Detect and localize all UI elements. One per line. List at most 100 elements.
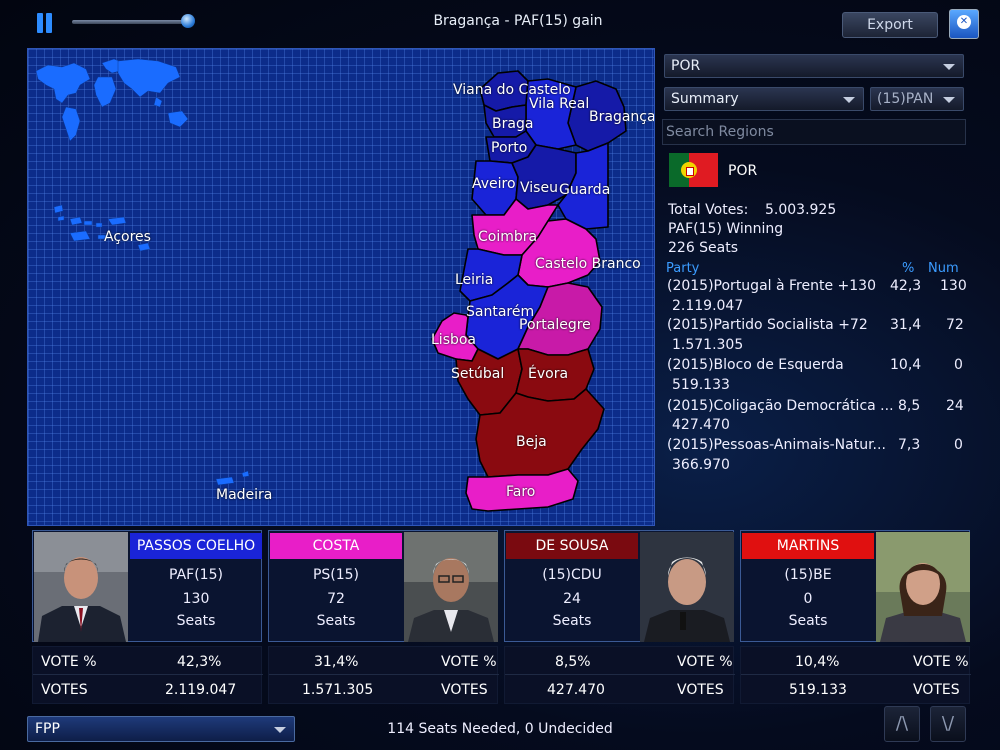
party-votes: 2.119.047 [672,298,744,314]
candidate-name: MARTINS [742,533,874,559]
region-label-portalegre[interactable]: Portalegre [519,317,591,333]
party-num: 0 [954,357,963,373]
party-num: 72 [946,317,964,333]
pause-icon[interactable] [36,13,54,33]
candidate-card-passos-coelho[interactable]: PASSOS COELHO PAF(15) 130 Seats VOTE % 4… [32,530,263,704]
madeira-islands [215,470,250,486]
candidate-party: PS(15) [312,567,360,583]
region-label-vilareal[interactable]: Vila Real [529,96,589,112]
country-select-value: POR [671,58,701,74]
results-map[interactable]: Viana do Castelo Vila Real Braga Braganç… [27,48,655,526]
party-name[interactable]: (2015)Partido Socialista +72 [667,317,868,333]
candidate-photo [640,532,734,642]
party-num: 130 [940,278,967,294]
party-num: 24 [946,398,964,414]
candidate-photo [34,532,128,642]
candidate-name: DE SOUSA [506,533,638,559]
candidate-party: (15)CDU [542,567,602,583]
vote-pct-label: VOTE % [677,654,733,670]
scroll-up-button[interactable]: /\ [884,706,920,742]
candidate-party: PAF(15) [169,567,223,583]
party-pct: 10,4 [890,357,922,373]
party-select[interactable]: (15)PAN [870,87,964,111]
candidate-card-martins[interactable]: MARTINS (15)BE 0 Seats 10,4% VOTE % 519.… [740,530,971,704]
votes-value: 519.133 [789,682,847,698]
party-name[interactable]: (2015)Pessoas-Animais-Natur... [667,437,886,453]
electoral-system-select[interactable]: FPP [27,716,295,742]
candidate-seats: 72 [327,591,345,607]
seats-status: 114 Seats Needed, 0 Undecided [387,721,613,737]
region-label-braga[interactable]: Braga [492,116,533,132]
region-label-leiria[interactable]: Leiria [455,272,493,288]
candidate-stats: 8,5% VOTE % 427.470 VOTES [504,646,735,704]
region-label-porto[interactable]: Porto [491,140,527,156]
flag-label: POR [728,163,758,179]
candidate-card-top: PASSOS COELHO PAF(15) 130 Seats [32,530,262,642]
total-votes-label: Total Votes: [668,202,749,218]
candidate-card-top: DE SOUSA (15)CDU 24 Seats [504,530,734,642]
party-pct: 7,3 [898,437,921,453]
candidate-seats-label: Seats [176,613,216,629]
map-svg [35,58,627,512]
country-select[interactable]: POR [664,54,964,78]
timeline-slider[interactable] [72,20,190,24]
candidate-stats: 31,4% VOTE % 1.571.305 VOTES [268,646,499,704]
party-name[interactable]: (2015)Portugal à Frente +130 [667,278,876,294]
region-label-castelobranco[interactable]: Castelo Branco [535,256,641,272]
party-pct: 42,3 [890,278,922,294]
export-button[interactable]: Export [842,12,938,38]
candidate-card-top: COSTA PS(15) 72 Seats [268,530,498,642]
party-votes: 366.970 [672,457,730,473]
region-label-guarda[interactable]: Guarda [559,182,610,198]
vote-pct-value: 10,4% [795,654,840,670]
candidate-seats-label: Seats [788,613,828,629]
region-label-evora[interactable]: Évora [528,366,568,382]
timeline-slider-thumb[interactable] [181,14,195,28]
view-select[interactable]: Summary [664,87,864,111]
portugal-flag [669,153,718,187]
winning-text: PAF(15) Winning [668,221,784,237]
vote-pct-value: 8,5% [555,654,591,670]
search-regions-input[interactable]: Search Regions [662,119,966,145]
region-label-braganca[interactable]: Bragança [589,109,654,125]
candidate-card-de-sousa[interactable]: DE SOUSA (15)CDU 24 Seats 8,5% VOTE % 42… [504,530,735,704]
close-icon[interactable] [949,9,979,39]
col-pct-header[interactable]: % [902,261,914,276]
votes-label: VOTES [441,682,488,698]
col-party-header[interactable]: Party [666,261,699,276]
chevron-down-icon [943,97,955,103]
party-name[interactable]: (2015)Bloco de Esquerda [667,357,844,373]
candidate-seats-label: Seats [316,613,356,629]
vote-pct-label: VOTE % [41,654,97,670]
top-bar: Bragança - PAF(15) gain Export [0,0,1000,46]
votes-label: VOTES [913,682,960,698]
region-label-acores[interactable]: Açores [104,229,151,245]
scroll-down-button[interactable]: \/ [930,706,966,742]
chevron-down-icon [843,97,855,103]
party-pct: 8,5 [898,398,921,414]
party-name[interactable]: (2015)Coligação Democrática ... [667,398,894,414]
vote-pct-label: VOTE % [913,654,969,670]
region-label-faro[interactable]: Faro [506,484,535,500]
candidate-stats: VOTE % 42,3% VOTES 2.119.047 [32,646,263,704]
region-label-aveiro[interactable]: Aveiro [472,176,516,192]
chevron-down-icon [943,64,955,70]
vote-pct-value: 42,3% [177,654,222,670]
seats-text: 226 Seats [668,240,739,256]
world-minimap [35,58,189,142]
region-label-lisboa[interactable]: Lisboa [431,332,476,348]
region-label-madeira[interactable]: Madeira [216,487,272,503]
candidate-stats: 10,4% VOTE % 519.133 VOTES [740,646,971,704]
votes-value: 2.119.047 [165,682,237,698]
party-votes: 519.133 [672,377,730,393]
vote-pct-label: VOTE % [441,654,497,670]
col-num-header[interactable]: Num [928,261,959,276]
region-label-beja[interactable]: Beja [516,434,547,450]
region-label-viseu[interactable]: Viseu [520,180,558,196]
candidate-cards: PASSOS COELHO PAF(15) 130 Seats VOTE % 4… [27,530,972,704]
region-label-coimbra[interactable]: Coimbra [478,229,537,245]
votes-label: VOTES [677,682,724,698]
window-title: Bragança - PAF(15) gain [433,13,603,29]
candidate-card-costa[interactable]: COSTA PS(15) 72 Seats 31,4% VOTE % 1.571… [268,530,499,704]
region-label-setubal[interactable]: Setúbal [451,366,504,382]
